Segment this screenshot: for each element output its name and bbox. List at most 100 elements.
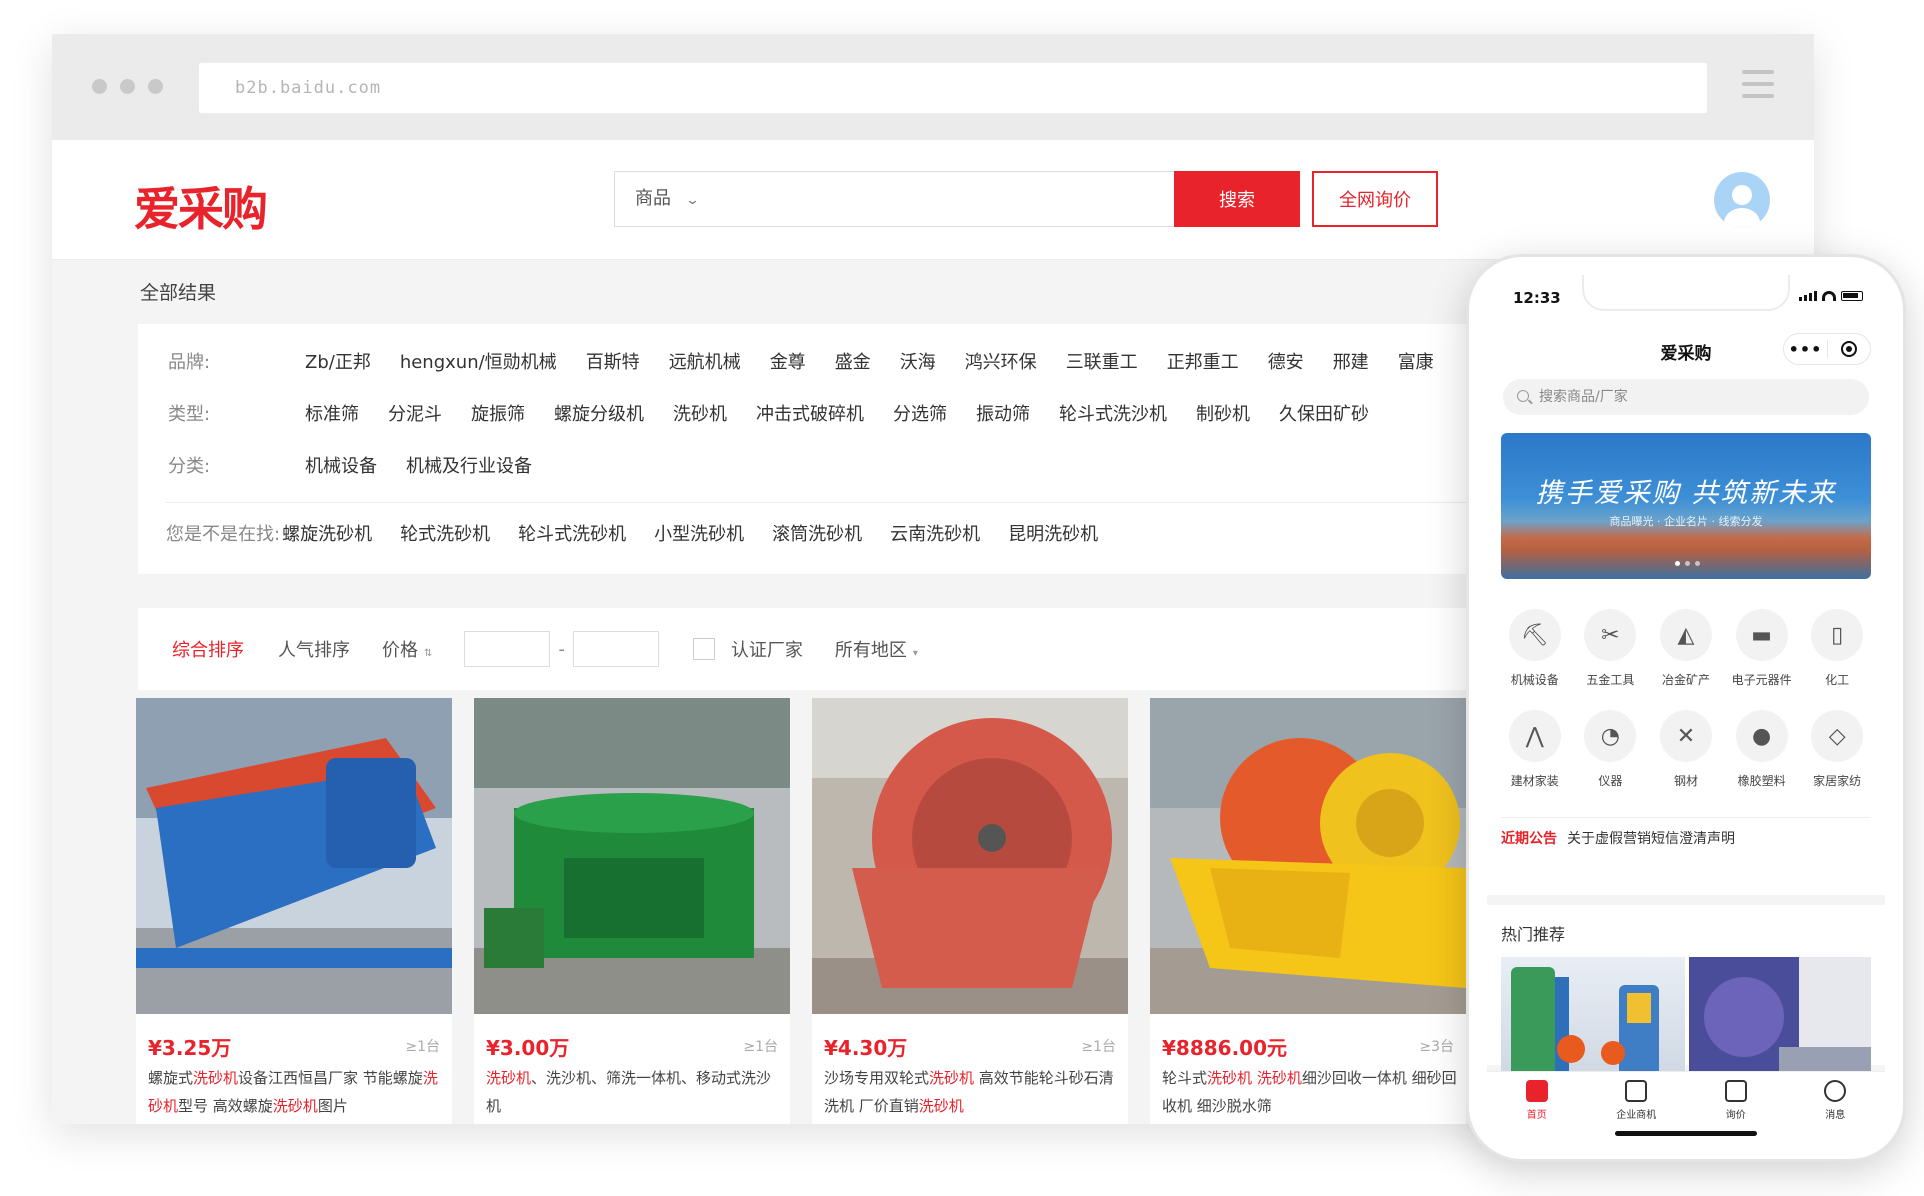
category-item[interactable]: ▬ 电子元器件 — [1724, 609, 1800, 688]
filter-option[interactable]: 盛金 — [835, 348, 871, 374]
filter-option[interactable]: hengxun/恒勋机械 — [400, 348, 557, 374]
filter-option[interactable]: 分泥斗 — [388, 400, 442, 426]
product-title[interactable]: 螺旋式洗砂机设备江西恒昌厂家 节能螺旋洗砂机型号 高效螺旋洗砂机图片 — [148, 1064, 444, 1120]
filter-option[interactable]: 标准筛 — [305, 400, 359, 426]
suggest-option[interactable]: 轮斗式洗砂机 — [518, 520, 626, 546]
filter-option[interactable]: 机械及行业设备 — [406, 452, 532, 478]
filter-option[interactable]: 沃海 — [900, 348, 936, 374]
certified-checkbox[interactable] — [692, 638, 715, 660]
category-item[interactable]: ◔ 仪器 — [1573, 710, 1649, 789]
suggest-option[interactable]: 昆明洗砂机 — [1008, 520, 1098, 546]
hot-product-image[interactable] — [1689, 957, 1871, 1077]
inquiry-icon — [1724, 1080, 1747, 1102]
category-item[interactable]: ● 橡胶塑料 — [1724, 710, 1800, 789]
category-item[interactable]: ✕ 钢材 — [1648, 710, 1724, 789]
filter-option[interactable]: 机械设备 — [305, 452, 377, 478]
filter-option[interactable]: 洗砂机 — [673, 400, 727, 426]
filter-option[interactable]: 邢建 — [1333, 348, 1369, 374]
title-text: 螺旋式 — [148, 1069, 194, 1087]
product-card[interactable]: ¥4.30万 ≥1台 沙场专用双轮式洗砂机 高效节能轮斗砂石清洗机 厂价直销洗砂… — [812, 698, 1128, 1124]
category-item[interactable]: ⋀ 建材家装 — [1497, 710, 1573, 789]
hamburger-menu-icon[interactable] — [1742, 70, 1774, 100]
product-title[interactable]: 沙场专用双轮式洗砂机 高效节能轮斗砂石清洗机 厂价直销洗砂机 — [824, 1064, 1120, 1120]
address-bar[interactable]: b2b.baidu.com — [199, 63, 1707, 113]
inquiry-button[interactable]: 全网询价 — [1312, 171, 1438, 227]
category-item[interactable]: ▯ 化工 — [1799, 609, 1875, 688]
signal-icon — [1799, 291, 1817, 301]
filter-option[interactable]: 分选筛 — [893, 400, 947, 426]
suggest-option[interactable]: 螺旋洗砂机 — [282, 520, 372, 546]
filter-panel: 品牌: Zb/正邦 hengxun/恒勋机械 百斯特 远航机械 金尊 盛金 沃海… — [138, 324, 1566, 574]
window-dot-close[interactable] — [92, 79, 107, 94]
site-logo[interactable]: 爱采购 — [134, 173, 268, 239]
product-moq: ≥3台 — [1419, 1039, 1454, 1055]
pillow-icon: ◇ — [1811, 710, 1864, 762]
category-item[interactable]: ✂ 五金工具 — [1573, 609, 1649, 688]
filter-option[interactable]: 旋振筛 — [471, 400, 525, 426]
sort-price[interactable]: 价格 ⇅ — [382, 636, 432, 662]
business-icon — [1625, 1080, 1648, 1102]
suggest-option[interactable]: 轮式洗砂机 — [400, 520, 490, 546]
price-min-input[interactable] — [464, 631, 551, 667]
product-card[interactable]: ¥3.25万 ≥1台 螺旋式洗砂机设备江西恒昌厂家 节能螺旋洗砂机型号 高效螺旋… — [136, 698, 452, 1124]
product-image[interactable] — [136, 698, 452, 1014]
filter-option[interactable]: 鸿兴环保 — [965, 348, 1037, 374]
certified-label[interactable]: 认证厂家 — [731, 636, 803, 662]
product-image[interactable] — [812, 698, 1128, 1014]
tab-messages[interactable]: 消息 — [1786, 1072, 1886, 1141]
results-title: 全部结果 — [140, 282, 217, 304]
product-image[interactable] — [474, 698, 790, 1014]
product-title[interactable]: 轮斗式洗砂机 洗砂机细沙回收一体机 细砂回收机 细沙脱水筛 — [1162, 1064, 1458, 1120]
suggest-option[interactable]: 云南洗砂机 — [890, 520, 980, 546]
filter-option[interactable]: 远航机械 — [669, 348, 741, 374]
title-keyword: 洗砂机 — [929, 1069, 975, 1087]
sort-popularity[interactable]: 人气排序 — [278, 636, 350, 662]
region-select[interactable]: 所有地区 ▾ — [835, 636, 918, 662]
battery-icon — [1841, 291, 1863, 301]
category-item[interactable]: ⛏ 机械设备 — [1497, 609, 1573, 688]
category-item[interactable]: ◇ 家居家纺 — [1799, 710, 1875, 789]
filter-option[interactable]: 百斯特 — [586, 348, 640, 374]
price-max-input[interactable] — [572, 631, 659, 667]
filter-option[interactable]: 螺旋分级机 — [554, 400, 644, 426]
filter-option[interactable]: 三联重工 — [1066, 348, 1138, 374]
notice-bar[interactable]: 近期公告 关于虚假营销短信澄清声明 — [1501, 817, 1871, 857]
sort-default[interactable]: 综合排序 — [172, 636, 244, 662]
title-text: 沙场专用双轮式 — [824, 1069, 930, 1087]
hot-product-image[interactable] — [1501, 957, 1685, 1077]
tab-home[interactable]: 首页 — [1487, 1072, 1587, 1141]
product-title[interactable]: 洗砂机、洗沙机、筛洗一体机、移动式洗沙机 — [486, 1064, 782, 1120]
user-avatar[interactable] — [1714, 172, 1770, 228]
filter-option[interactable]: 轮斗式洗沙机 — [1059, 400, 1167, 426]
suggest-option[interactable]: 小型洗砂机 — [654, 520, 744, 546]
search-input[interactable] — [724, 171, 1174, 227]
phone-notch — [1582, 275, 1790, 311]
filter-option[interactable]: 振动筛 — [976, 400, 1030, 426]
suggest-option[interactable]: 滚筒洗砂机 — [772, 520, 862, 546]
filter-option[interactable]: 富康 — [1398, 348, 1434, 374]
search-bar: 商品 ⌄ 搜索 全网询价 — [614, 171, 1438, 227]
phone-search-input[interactable]: 搜索商品/厂家 — [1503, 379, 1869, 415]
product-card[interactable]: ¥8886.00元 ≥3台 轮斗式洗砂机 洗砂机细沙回收一体机 细砂回收机 细沙… — [1150, 698, 1466, 1124]
filter-option[interactable]: 冲击式破碎机 — [756, 400, 864, 426]
search-category-select[interactable]: 商品 ⌄ — [614, 171, 724, 227]
more-icon[interactable]: ••• — [1784, 340, 1827, 359]
product-image[interactable] — [1150, 698, 1466, 1014]
title-keyword: 洗砂机 — [486, 1069, 532, 1087]
search-button[interactable]: 搜索 — [1174, 171, 1300, 227]
close-target-icon[interactable] — [1828, 341, 1870, 357]
filter-option[interactable]: 久保田矿砂 — [1279, 400, 1369, 426]
category-item[interactable]: ◭ 冶金矿产 — [1648, 609, 1724, 688]
filter-option[interactable]: 德安 — [1268, 348, 1304, 374]
product-card[interactable]: ¥3.00万 ≥1台 洗砂机、洗沙机、筛洗一体机、移动式洗沙机 — [474, 698, 790, 1124]
filter-option[interactable]: 正邦重工 — [1167, 348, 1239, 374]
phone-banner[interactable]: 携手爱采购 共筑新未来 商品曝光 · 企业名片 · 线索分发 — [1501, 433, 1871, 579]
filter-option[interactable]: 制砂机 — [1196, 400, 1250, 426]
filter-option[interactable]: 金尊 — [770, 348, 806, 374]
home-indicator — [1615, 1131, 1757, 1136]
tab-label: 询价 — [1725, 1110, 1746, 1121]
filter-option[interactable]: Zb/正邦 — [305, 348, 371, 374]
window-dot-maximize[interactable] — [148, 79, 163, 94]
window-dot-minimize[interactable] — [120, 79, 135, 94]
filter-label: 品牌: — [168, 352, 211, 373]
